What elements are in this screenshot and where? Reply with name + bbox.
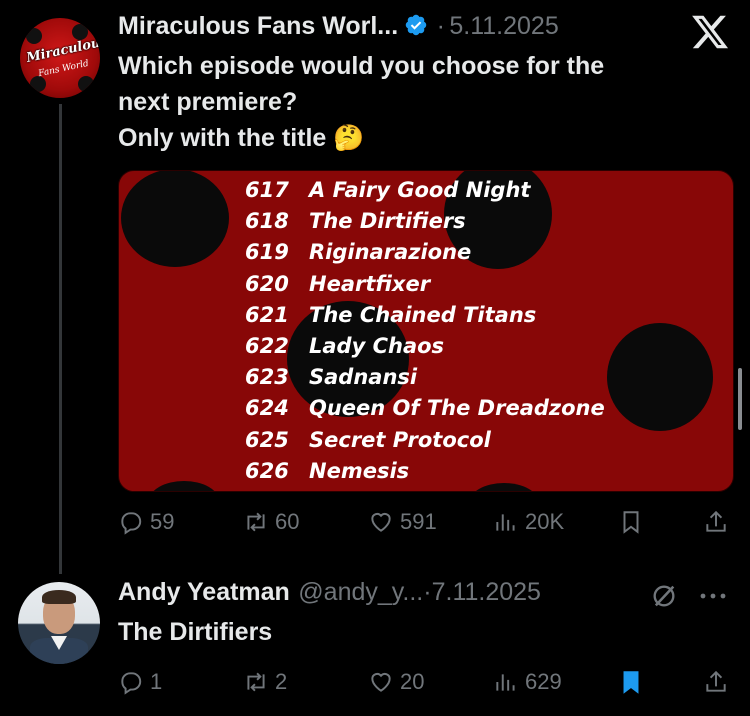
avatar[interactable] [18, 582, 100, 664]
views-icon [496, 674, 515, 691]
like-button[interactable]: 20 [368, 669, 424, 695]
reply-icon [121, 512, 142, 535]
tweet-header: Miraculous Fans Worl... · 5.11.2025 [118, 12, 559, 41]
repost-button[interactable]: 60 [243, 509, 299, 535]
reply-header: Andy Yeatman @andy_y...·7.11.2025 [118, 578, 541, 607]
reply-date[interactable]: 7.11.2025 [432, 578, 541, 606]
like-icon [371, 672, 391, 692]
separator: · [423, 578, 432, 606]
tweet-date[interactable]: 5.11.2025 [449, 12, 558, 40]
bookmark-button[interactable] [618, 509, 644, 535]
tweet-text: Which episode would you choose for the n… [118, 48, 718, 156]
bookmark-icon [623, 511, 639, 534]
episode-item: 621 The Chained Titans [245, 302, 537, 327]
share-button[interactable] [703, 669, 729, 695]
episode-item: 619 Riginarazione [245, 240, 472, 265]
reply-icon [121, 672, 142, 695]
more-icon[interactable] [697, 582, 729, 610]
view-count: 20K [525, 509, 565, 534]
tweet-image[interactable]: 617 A Fairy Good Night 618 The Dirtifiers … [118, 170, 734, 492]
episode-item: 623 Sadnansi [245, 365, 418, 390]
ladybug-spot [121, 171, 229, 267]
episode-item: 625 Secret Protocol [245, 427, 491, 452]
repost-count: 2 [275, 669, 288, 694]
grok-icon[interactable] [650, 582, 678, 610]
thread-connector-line [59, 104, 62, 574]
episode-item: 618 The Dirtifiers [245, 209, 466, 234]
reply-count: 1 [150, 669, 163, 694]
like-count: 591 [400, 509, 437, 534]
bookmark-icon [623, 671, 639, 694]
share-icon [706, 670, 726, 692]
tweet-text-line: Which episode would you choose for the [118, 52, 605, 80]
episode-item: 624 Queen Of The Dreadzone [245, 396, 605, 421]
repost-icon [247, 512, 265, 532]
like-button[interactable]: 591 [368, 509, 437, 535]
ladybug-spot [149, 481, 219, 491]
verified-badge-icon [404, 13, 428, 37]
x-logo-icon[interactable] [690, 12, 730, 52]
like-icon [371, 512, 391, 532]
avatar-hair [42, 590, 76, 604]
bookmark-button[interactable] [618, 669, 644, 695]
episode-item: 620 Heartfixer [245, 271, 431, 296]
avatar[interactable]: Miraculous Fans World [20, 18, 100, 98]
share-button[interactable] [703, 509, 729, 535]
separator: · [436, 12, 445, 40]
episode-item: 626 Nemesis [245, 458, 410, 483]
views-button[interactable]: 20K [493, 509, 564, 535]
ladybug-spot [607, 323, 713, 431]
repost-count: 60 [275, 509, 300, 534]
reply-author-name[interactable]: Andy Yeatman [118, 578, 290, 606]
reply-button[interactable]: 59 [118, 509, 174, 535]
author-name[interactable]: Miraculous Fans Worl... [118, 12, 398, 40]
reply-text: The Dirtifiers [118, 618, 273, 646]
reply-button[interactable]: 1 [118, 669, 162, 695]
repost-button[interactable]: 2 [243, 669, 287, 695]
tweet-text-line: Only with the title 🤔 [118, 124, 365, 152]
scrollbar[interactable] [738, 368, 742, 430]
repost-icon [247, 672, 265, 692]
share-icon [706, 510, 726, 532]
views-icon [496, 514, 515, 531]
view-count: 629 [525, 669, 562, 694]
episode-item: 617 A Fairy Good Night [245, 178, 531, 202]
reply-count: 59 [150, 509, 175, 534]
tweet-text-line: next premiere? [118, 88, 298, 116]
like-count: 20 [400, 669, 425, 694]
episode-item: 622 Lady Chaos [245, 333, 445, 358]
views-button[interactable]: 629 [493, 669, 562, 695]
reply-handle[interactable]: @andy_y... [298, 578, 423, 606]
episode-list: 617 A Fairy Good Night 618 The Dirtifiers … [245, 175, 605, 487]
